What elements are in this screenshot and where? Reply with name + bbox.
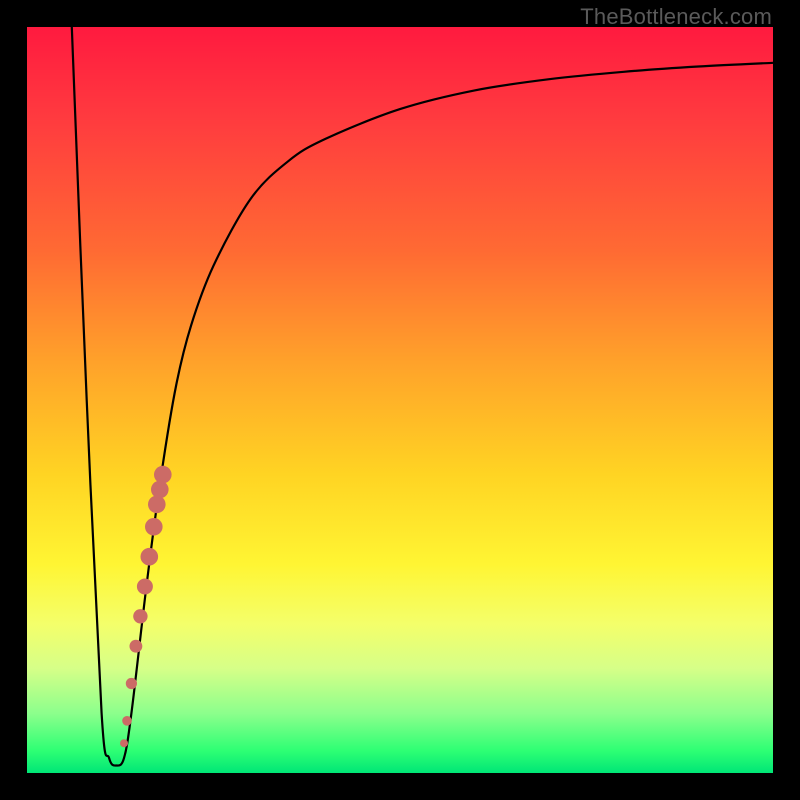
data-dot xyxy=(137,579,153,595)
data-dot xyxy=(145,518,163,536)
plot-area xyxy=(27,27,773,773)
data-dot xyxy=(151,481,169,499)
watermark-text: TheBottleneck.com xyxy=(580,4,772,30)
chart-frame: TheBottleneck.com xyxy=(0,0,800,800)
dot-cluster xyxy=(120,466,172,747)
data-dot xyxy=(148,496,166,514)
data-dot xyxy=(154,466,172,484)
data-dot xyxy=(122,716,132,726)
data-dot xyxy=(141,548,159,566)
bottleneck-curve-path xyxy=(72,27,773,766)
data-dot xyxy=(133,609,147,623)
chart-svg xyxy=(27,27,773,773)
data-dot xyxy=(120,739,128,747)
data-dot xyxy=(126,678,137,689)
data-dot xyxy=(130,640,143,653)
